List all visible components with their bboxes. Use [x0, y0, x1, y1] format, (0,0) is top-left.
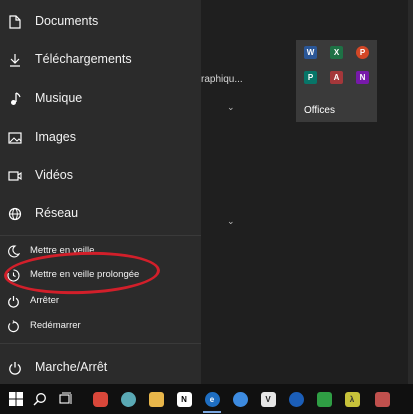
menu-item-music[interactable]: Musique — [0, 89, 201, 109]
app-red-icon[interactable] — [90, 389, 110, 409]
scrollbar[interactable] — [408, 0, 413, 384]
menu-item-network[interactable]: Réseau — [0, 204, 201, 224]
menu-item-label: Documents — [35, 14, 99, 28]
notion-icon[interactable]: N — [174, 389, 194, 409]
chevron-down-icon[interactable]: ⌄ — [227, 216, 235, 227]
power-option-restart[interactable]: Redémarrer — [0, 316, 201, 338]
tile-group-offices[interactable]: W X P P A N Offices — [296, 40, 377, 122]
menu-item-label: Images — [35, 130, 76, 144]
menu-item-label: Réseau — [35, 206, 79, 220]
download-icon — [8, 53, 22, 67]
edge-icon[interactable]: e — [202, 389, 222, 409]
power-button-label: Marche/Arrêt — [35, 360, 108, 374]
powerpoint-icon[interactable]: P — [356, 46, 369, 59]
start-menu-left-panel: Documents Téléchargements Musique Images — [0, 0, 201, 384]
screen: raphiqu... ⌄ ⌄ W X P P A N Offices Docum… — [0, 0, 413, 414]
menu-item-documents[interactable]: Documents — [0, 12, 201, 32]
app-folder-icon[interactable] — [146, 389, 166, 409]
menu-item-videos[interactable]: Vidéos — [0, 166, 201, 186]
power-option-label: Redémarrer — [30, 320, 81, 331]
publisher-icon[interactable]: P — [304, 71, 317, 84]
tile-group-label: Offices — [304, 105, 335, 116]
word-icon[interactable]: W — [304, 46, 317, 59]
power-icon — [8, 361, 22, 375]
power-button[interactable]: Marche/Arrêt — [0, 358, 201, 378]
moon-icon — [7, 245, 20, 258]
restart-icon — [7, 320, 20, 333]
menu-item-label: Musique — [35, 91, 83, 105]
chevron-down-icon[interactable]: ⌄ — [227, 102, 235, 113]
menu-item-label: Vidéos — [35, 168, 73, 182]
app-circle-icon[interactable] — [286, 389, 306, 409]
app-green-icon[interactable] — [314, 389, 334, 409]
divider — [0, 235, 201, 236]
network-icon — [8, 207, 22, 221]
menu-item-label: Téléchargements — [35, 52, 132, 66]
app-yellow-icon[interactable]: λ — [342, 389, 362, 409]
menu-item-downloads[interactable]: Téléchargements — [0, 50, 201, 70]
access-icon[interactable]: A — [330, 71, 343, 84]
windows-start-icon[interactable] — [6, 389, 26, 409]
video-icon — [8, 169, 22, 183]
excel-icon[interactable]: X — [330, 46, 343, 59]
power-option-label: Arrêter — [30, 295, 60, 306]
app-vscode-icon[interactable]: V — [258, 389, 278, 409]
document-icon — [8, 15, 22, 29]
search-icon[interactable] — [30, 389, 50, 409]
divider — [0, 343, 201, 344]
taskbar: N e V λ — [0, 384, 413, 414]
task-view-icon[interactable] — [56, 389, 76, 409]
music-icon — [8, 92, 22, 106]
image-icon — [8, 131, 22, 145]
partial-tile-label: raphiqu... — [201, 74, 243, 85]
menu-item-images[interactable]: Images — [0, 128, 201, 148]
onenote-icon[interactable]: N — [356, 71, 369, 84]
app-blue-icon[interactable] — [230, 389, 250, 409]
app-monitor-icon[interactable] — [372, 389, 392, 409]
app-globe-icon[interactable] — [118, 389, 138, 409]
power-option-shutdown[interactable]: Arrêter — [0, 291, 201, 313]
power-icon — [7, 295, 20, 308]
active-app-indicator — [203, 411, 221, 413]
